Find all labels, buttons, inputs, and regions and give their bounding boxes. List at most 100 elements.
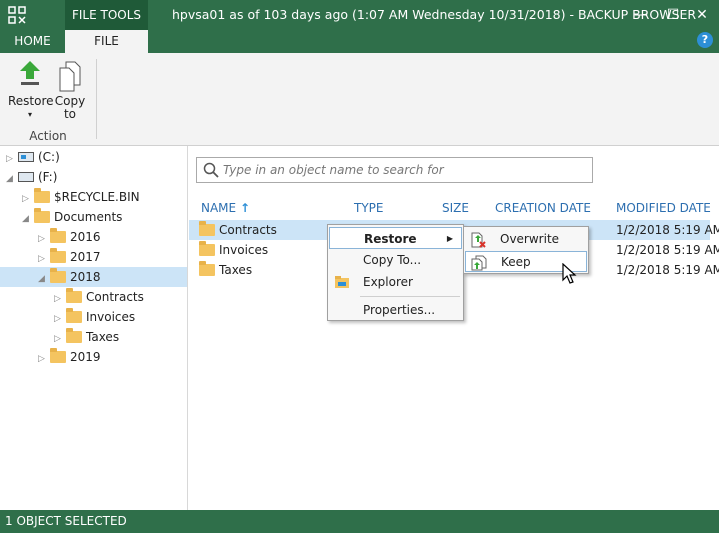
tree-node-f-drive[interactable]: ◢ (F:) bbox=[6, 167, 57, 187]
expand-arrow-icon[interactable]: ▷ bbox=[38, 229, 50, 249]
close-button[interactable]: ✕ bbox=[686, 0, 718, 30]
tree-node-contracts[interactable]: ▷ Contracts bbox=[54, 287, 144, 307]
menu-item-explorer[interactable]: Explorer bbox=[329, 271, 462, 293]
column-header-creation-date[interactable]: CREATION DATE bbox=[495, 201, 591, 215]
tree-node-label: (C:) bbox=[38, 150, 60, 164]
tree-node-label: 2019 bbox=[70, 350, 101, 364]
expand-arrow-icon[interactable]: ▷ bbox=[22, 189, 34, 209]
file-name: Contracts bbox=[219, 223, 277, 237]
expand-arrow-icon[interactable]: ▷ bbox=[38, 249, 50, 269]
file-name: Taxes bbox=[219, 263, 253, 277]
restore-arrow-icon bbox=[20, 61, 40, 85]
restore-dropdown-icon: ▾ bbox=[27, 110, 32, 119]
tree-node-label: 2016 bbox=[70, 230, 101, 244]
collapse-arrow-icon[interactable]: ◢ bbox=[38, 269, 50, 289]
minimize-button[interactable]: — bbox=[625, 0, 657, 30]
tree-node-c-drive[interactable]: ▷ (C:) bbox=[6, 147, 60, 167]
column-header-modified-date[interactable]: MODIFIED DATE bbox=[616, 201, 711, 215]
tree-node-2018[interactable]: ◢ 2018 bbox=[0, 267, 187, 287]
tree-node-2016[interactable]: ▷ 2016 bbox=[38, 227, 101, 247]
submenu-item-overwrite-label: Overwrite bbox=[500, 232, 560, 246]
help-icon[interactable]: ? bbox=[697, 32, 713, 48]
expand-arrow-icon[interactable]: ▷ bbox=[6, 149, 18, 169]
copy-icon bbox=[59, 61, 81, 92]
submenu-arrow-icon: ▶ bbox=[446, 234, 453, 243]
copy-to-label-line2: to bbox=[63, 107, 77, 121]
tree-node-2017[interactable]: ▷ 2017 bbox=[38, 247, 101, 267]
tree-node-label: 2018 bbox=[70, 270, 101, 284]
menu-item-explorer-label: Explorer bbox=[363, 275, 413, 289]
tree-node-label: Invoices bbox=[86, 310, 136, 324]
expand-arrow-icon[interactable]: ▷ bbox=[54, 309, 66, 329]
tree-node-2019[interactable]: ▷ 2019 bbox=[38, 347, 101, 367]
search-input[interactable] bbox=[223, 158, 583, 182]
folder-icon bbox=[34, 188, 50, 203]
folder-icon bbox=[34, 208, 50, 223]
tree-node-label: $RECYCLE.BIN bbox=[54, 190, 140, 204]
copy-to-button[interactable]: Copy to bbox=[52, 59, 88, 121]
expand-arrow-icon[interactable]: ▷ bbox=[54, 289, 66, 309]
tab-file[interactable]: FILE bbox=[65, 30, 148, 53]
tree-node-invoices[interactable]: ▷ Invoices bbox=[54, 307, 135, 327]
status-bar: 1 OBJECT SELECTED bbox=[0, 510, 719, 533]
column-header-name-label: NAME bbox=[201, 201, 237, 215]
folder-icon bbox=[199, 241, 215, 256]
folder-icon bbox=[66, 288, 82, 303]
file-modified-date: 1/2/2018 5:19 AM bbox=[616, 243, 719, 257]
action-group-label: Action bbox=[29, 129, 67, 143]
explorer-folder-icon bbox=[335, 276, 349, 288]
overwrite-icon bbox=[471, 232, 486, 248]
submenu-item-overwrite[interactable]: Overwrite bbox=[465, 229, 587, 250]
column-header-size[interactable]: SIZE bbox=[442, 201, 469, 215]
collapse-arrow-icon[interactable]: ◢ bbox=[22, 209, 34, 229]
folder-tree: ▷ (C:) ◢ (F:) ▷ $RECYCLE.BIN ◢ Documents ▷ 20… bbox=[0, 146, 188, 510]
maximize-button[interactable]: ☐ bbox=[657, 0, 689, 30]
menu-item-copy-to[interactable]: Copy To... bbox=[329, 249, 462, 271]
expand-arrow-icon[interactable]: ▷ bbox=[54, 329, 66, 349]
file-modified-date: 1/2/2018 5:19 AM bbox=[616, 223, 719, 237]
folder-icon bbox=[50, 248, 66, 263]
tree-node-label: Taxes bbox=[86, 330, 120, 344]
tree-node-label: 2017 bbox=[70, 250, 101, 264]
ribbon-divider bbox=[96, 59, 97, 139]
tree-node-recycle-bin[interactable]: ▷ $RECYCLE.BIN bbox=[22, 187, 140, 207]
mouse-cursor-icon bbox=[562, 263, 577, 284]
keep-icon bbox=[471, 255, 487, 271]
expand-arrow-icon[interactable]: ▷ bbox=[38, 349, 50, 369]
collapse-arrow-icon[interactable]: ◢ bbox=[6, 169, 18, 189]
folder-icon bbox=[50, 268, 66, 283]
drive-icon bbox=[18, 172, 34, 182]
submenu-item-keep-label: Keep bbox=[501, 255, 531, 269]
column-header-type[interactable]: TYPE bbox=[354, 201, 383, 215]
restore-button[interactable]: Restore ▾ bbox=[8, 59, 54, 121]
file-modified-date: 1/2/2018 5:19 AM bbox=[616, 263, 719, 277]
search-icon bbox=[203, 162, 219, 178]
tree-node-label: (F:) bbox=[38, 170, 58, 184]
ribbon-tab-row: HOME FILE bbox=[0, 30, 719, 53]
tree-node-documents[interactable]: ◢ Documents bbox=[22, 207, 122, 227]
context-menu: Restore ▶ Copy To... Explorer Properties… bbox=[327, 224, 464, 321]
folder-icon bbox=[50, 348, 66, 363]
search-box[interactable] bbox=[196, 157, 593, 183]
folder-icon bbox=[199, 221, 215, 236]
drive-icon bbox=[18, 152, 34, 162]
sort-ascending-icon: ↑ bbox=[239, 201, 251, 215]
menu-separator bbox=[360, 296, 460, 297]
file-tools-context-tab: FILE TOOLS bbox=[65, 0, 148, 30]
window-title: hpvsa01 as of 103 days ago (1:07 AM Wedn… bbox=[172, 7, 697, 22]
column-header-name[interactable]: NAME ↑ bbox=[201, 201, 250, 215]
restore-label: Restore bbox=[8, 94, 54, 108]
tree-node-label: Documents bbox=[54, 210, 123, 224]
ribbon: Restore ▾ Copy to Action bbox=[0, 53, 719, 146]
tab-home[interactable]: HOME bbox=[0, 30, 65, 53]
folder-icon bbox=[66, 328, 82, 343]
file-name: Invoices bbox=[219, 243, 269, 257]
menu-item-properties[interactable]: Properties... bbox=[329, 299, 462, 321]
status-text: 1 OBJECT SELECTED bbox=[5, 514, 127, 528]
folder-icon bbox=[50, 228, 66, 243]
tree-node-label: Contracts bbox=[86, 290, 144, 304]
tree-node-taxes[interactable]: ▷ Taxes bbox=[54, 327, 119, 347]
menu-item-restore[interactable]: Restore ▶ bbox=[329, 227, 462, 249]
menu-item-restore-label: Restore bbox=[364, 232, 417, 246]
folder-icon bbox=[66, 308, 82, 323]
